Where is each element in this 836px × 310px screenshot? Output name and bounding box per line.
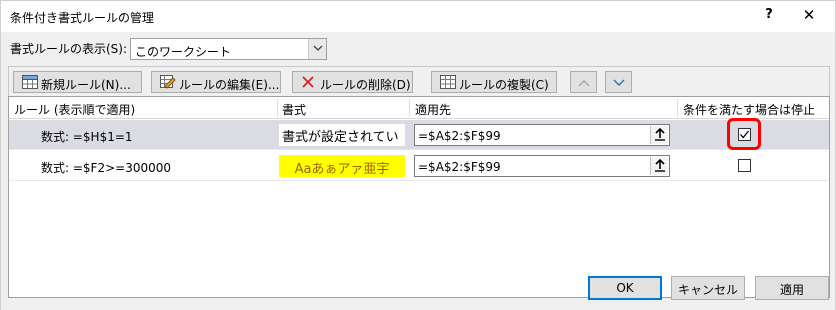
- ok-button[interactable]: OK: [588, 276, 662, 300]
- chevron-down-icon: [613, 79, 625, 86]
- edit-rule-button[interactable]: ルールの編集(E)...: [151, 71, 281, 93]
- move-down-button[interactable]: [605, 71, 632, 93]
- header-divider: [277, 99, 278, 117]
- delete-rule-button[interactable]: ルールの削除(D): [292, 71, 413, 93]
- applies-to-field[interactable]: =$A$2:$F$99: [414, 124, 670, 146]
- delete-icon: [301, 75, 315, 92]
- window-title: 条件付き書式ルールの管理: [10, 11, 155, 25]
- show-rules-label: 書式ルールの表示(S):: [10, 42, 128, 56]
- chevron-down-icon[interactable]: [308, 39, 326, 59]
- header-divider: [677, 99, 678, 117]
- duplicate-rule-icon: [440, 75, 456, 92]
- format-preview: 書式が設定されてい: [279, 124, 405, 146]
- duplicate-rule-label: ルールの複製(C): [459, 78, 549, 92]
- header-divider: [409, 99, 410, 117]
- rules-list-header: ルール (表示順で適用) 書式 適用先 条件を満たす場合は停止: [9, 97, 829, 119]
- header-stop-if-true: 条件を満たす場合は停止: [683, 103, 816, 117]
- range-picker-icon[interactable]: [650, 126, 668, 144]
- close-button[interactable]: ✕: [801, 6, 817, 24]
- cancel-button[interactable]: キャンセル: [671, 276, 745, 300]
- applies-to-field[interactable]: =$A$2:$F$99: [414, 155, 670, 177]
- dialog-body: 書式ルールの表示(S): このワークシート 新規ルール(N)... ルールの編集…: [0, 32, 836, 310]
- applies-to-value: =$A$2:$F$99: [418, 160, 501, 174]
- rule-condition: 数式: =$H$1=1: [41, 130, 133, 144]
- show-rules-dropdown[interactable]: このワークシート: [130, 38, 327, 60]
- rule-row[interactable]: 数式: =$H$1=1 書式が設定されてい =$A$2:$F$99: [9, 118, 829, 150]
- stop-if-true-checkbox[interactable]: [738, 159, 751, 172]
- applies-to-value: =$A$2:$F$99: [418, 129, 501, 143]
- rule-row[interactable]: 数式: =$F2>=300000 Aaあぁアァ亜宇 =$A$2:$F$99: [9, 151, 829, 181]
- delete-rule-label: ルールの削除(D): [320, 78, 411, 92]
- show-rules-value: このワークシート: [135, 45, 232, 59]
- rule-toolbar: 新規ルール(N)... ルールの編集(E)... ルールの削除(D) ルールの複…: [8, 66, 830, 96]
- new-rule-icon: [22, 75, 38, 92]
- header-applies-to: 適用先: [415, 103, 452, 117]
- format-preview: Aaあぁアァ亜宇: [279, 155, 405, 177]
- apply-button[interactable]: 適用: [755, 276, 829, 300]
- chevron-up-icon: [578, 80, 590, 87]
- rule-condition: 数式: =$F2>=300000: [41, 161, 172, 175]
- range-picker-icon[interactable]: [650, 157, 668, 175]
- highlight-box: [727, 118, 761, 150]
- help-button[interactable]: ?: [761, 7, 777, 22]
- new-rule-button[interactable]: 新規ルール(N)...: [13, 71, 142, 93]
- rules-list: ルール (表示順で適用) 書式 適用先 条件を満たす場合は停止 数式: =$H$…: [8, 96, 830, 298]
- header-format: 書式: [282, 103, 307, 117]
- edit-rule-icon: [160, 75, 176, 92]
- edit-rule-label: ルールの編集(E)...: [179, 78, 280, 92]
- new-rule-label: 新規ルール(N)...: [41, 78, 131, 92]
- move-up-button[interactable]: [570, 71, 597, 93]
- duplicate-rule-button[interactable]: ルールの複製(C): [431, 71, 557, 93]
- title-bar: 条件付き書式ルールの管理 ? ✕: [0, 0, 836, 32]
- header-rule: ルール (表示順で適用): [14, 103, 136, 117]
